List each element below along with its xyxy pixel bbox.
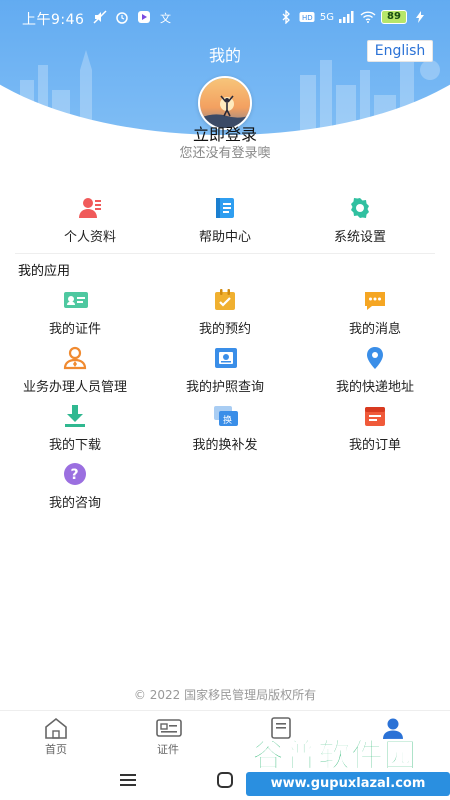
mute-icon xyxy=(92,9,108,25)
reissue-icon: 换 xyxy=(213,404,238,428)
my-apps-title: 我的应用 xyxy=(18,264,71,279)
svg-text:HD: HD xyxy=(302,14,313,22)
login-subtitle: 您还没有登录噢 xyxy=(179,146,271,161)
order-icon xyxy=(363,404,387,428)
section-divider xyxy=(15,253,435,254)
app-my-appointments[interactable]: 我的预约 xyxy=(150,288,300,337)
certificate-icon xyxy=(156,717,182,739)
app-label: 我的护照查询 xyxy=(185,380,264,395)
home-button-icon[interactable] xyxy=(213,768,237,792)
quick-links-row: 个人资料 帮助中心 系统设置 xyxy=(0,196,450,246)
app-label: 我的快递地址 xyxy=(335,380,414,395)
status-right-icons: HD 5G 89 xyxy=(278,9,428,25)
menu-icon[interactable] xyxy=(116,768,140,792)
location-pin-icon xyxy=(363,346,387,370)
app-staff-management[interactable]: 业务办理人员管理 xyxy=(0,346,150,395)
quick-link-profile[interactable]: 个人资料 xyxy=(15,196,165,245)
nav-label: 证件 xyxy=(157,743,179,756)
quick-link-settings[interactable]: 系统设置 xyxy=(285,196,435,245)
charging-icon xyxy=(412,9,428,25)
status-time: 上午9:46 xyxy=(22,12,85,28)
help-book-icon xyxy=(213,196,237,220)
id-card-icon xyxy=(63,288,88,312)
bluetooth-icon xyxy=(278,9,294,25)
question-icon: ? xyxy=(63,462,87,486)
svg-text:换: 换 xyxy=(223,414,232,426)
wifi-icon xyxy=(360,9,376,25)
settings-gear-icon xyxy=(348,196,372,220)
download-icon xyxy=(63,404,87,428)
app-label: 我的换补发 xyxy=(192,438,258,453)
watermark-title: 谷普软件园 xyxy=(251,736,418,775)
staff-manage-icon xyxy=(63,346,87,370)
network-type-label: 5G xyxy=(319,11,334,23)
svg-text:文: 文 xyxy=(160,11,171,24)
site-watermark: 谷普软件园 www.gupuxlazal.com xyxy=(246,728,450,800)
translate-icon: 文 xyxy=(158,9,174,25)
signal-icon xyxy=(339,9,355,25)
quick-link-help[interactable]: 帮助中心 xyxy=(150,196,300,245)
app-my-consultation[interactable]: ? 我的咨询 xyxy=(0,462,150,511)
copyright-text: © 2022 国家移民管理局版权所有 xyxy=(133,688,317,702)
app-my-orders[interactable]: 我的订单 xyxy=(300,404,450,453)
profile-icon xyxy=(78,196,102,220)
svg-text:?: ? xyxy=(71,467,79,483)
app-reissue[interactable]: 换 我的换补发 xyxy=(150,404,300,453)
app-delivery-address[interactable]: 我的快递地址 xyxy=(300,346,450,395)
app-my-certificates[interactable]: 我的证件 xyxy=(0,288,150,337)
app-label: 我的消息 xyxy=(348,322,401,337)
app-notification-icon xyxy=(136,9,152,25)
app-label: 我的咨询 xyxy=(48,496,101,511)
app-my-downloads[interactable]: 我的下载 xyxy=(0,404,150,453)
app-label: 我的证件 xyxy=(48,322,101,337)
app-label: 我的下载 xyxy=(48,438,101,453)
quick-link-label: 帮助中心 xyxy=(198,230,251,245)
app-label: 业务办理人员管理 xyxy=(22,380,127,395)
app-passport-query[interactable]: 我的护照查询 xyxy=(150,346,300,395)
alarm-clock-icon xyxy=(114,9,130,25)
passport-query-icon xyxy=(213,346,237,370)
app-label: 我的预约 xyxy=(198,322,251,337)
status-notification-icons: 文 xyxy=(92,9,174,25)
status-bar: 上午9:46 文 HD 5G 89 xyxy=(0,0,450,34)
watermark-url: www.gupuxlazal.com xyxy=(246,772,450,796)
appointment-icon xyxy=(213,288,237,312)
quick-link-label: 系统设置 xyxy=(333,230,386,245)
app-my-messages[interactable]: 我的消息 xyxy=(300,288,450,337)
quick-link-label: 个人资料 xyxy=(63,230,116,245)
message-icon xyxy=(363,288,387,312)
english-language-button[interactable]: English xyxy=(367,40,433,62)
nav-home[interactable]: 首页 xyxy=(0,717,112,757)
battery-indicator: 89 xyxy=(381,10,407,24)
nav-certificates[interactable]: 证件 xyxy=(112,717,224,757)
app-label: 我的订单 xyxy=(348,438,401,453)
nav-label: 首页 xyxy=(45,743,67,756)
hd-icon: HD xyxy=(299,9,315,25)
home-icon xyxy=(44,717,68,739)
